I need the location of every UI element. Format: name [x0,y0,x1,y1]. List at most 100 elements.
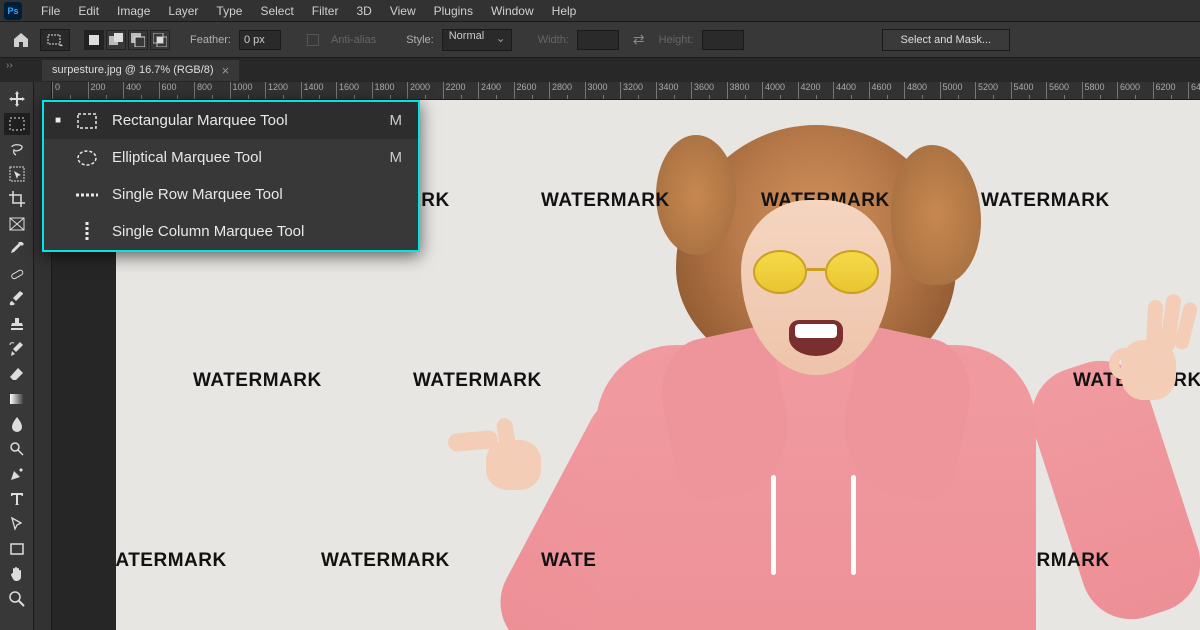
zoom-tool[interactable] [4,588,30,610]
height-label: Height: [659,34,694,46]
move-icon [9,91,25,107]
menu-plugins[interactable]: Plugins [425,4,482,18]
flyout-shortcut: M [390,149,403,166]
brush-tool[interactable] [4,288,30,310]
rectangle-tool[interactable] [4,538,30,560]
selection-add-button[interactable] [106,30,126,50]
ruler-tick: 5200 [975,82,1011,100]
selection-new-button[interactable] [84,30,104,50]
zoom-icon [9,591,25,607]
healing-brush-tool[interactable] [4,263,30,285]
object-selection-tool[interactable] [4,163,30,185]
menu-image[interactable]: Image [108,4,159,18]
type-tool[interactable] [4,488,30,510]
clone-stamp-tool[interactable] [4,313,30,335]
path-selection-tool[interactable] [4,513,30,535]
ruler-tick: 1600 [336,82,372,100]
brush-icon [9,291,25,307]
menu-layer[interactable]: Layer [159,4,207,18]
menu-3d[interactable]: 3D [347,4,380,18]
ruler-tick: 3000 [585,82,621,100]
photoshop-logo-icon: Ps [4,2,22,20]
flyout-item[interactable]: Single Row Marquee Tool [44,176,418,213]
lasso-tool[interactable] [4,138,30,160]
horizontal-ruler[interactable]: 0200400600800100012001400160018002000220… [52,82,1200,100]
move-tool[interactable] [4,88,30,110]
watermark-text: WATERMARK [321,550,450,572]
menu-view[interactable]: View [381,4,425,18]
eyedropper-tool[interactable] [4,238,30,260]
ruler-tick: 400 [123,82,159,100]
ruler-tick: 600 [159,82,195,100]
select-and-mask-button[interactable]: Select and Mask... [882,29,1011,51]
flyout-shortcut: M [390,112,403,129]
active-indicator-icon: ■ [54,115,62,126]
selection-intersect-button[interactable] [150,30,170,50]
antialias-label: Anti-alias [331,34,376,46]
home-icon [13,32,29,48]
selection-mode-group [84,30,170,50]
home-button[interactable] [10,29,32,51]
flyout-item[interactable]: Single Column Marquee Tool [44,213,418,250]
watermark-text: WATERMARK [981,190,1110,212]
menu-select[interactable]: Select [251,4,302,18]
ruler-tick: 3600 [691,82,727,100]
ruler-tick: 800 [194,82,230,100]
frame-icon [9,216,25,232]
menu-file[interactable]: File [32,4,69,18]
history-brush-icon [9,341,25,357]
menu-edit[interactable]: Edit [69,4,108,18]
flyout-item[interactable]: ■Rectangular Marquee ToolM [44,102,418,139]
dodge-tool[interactable] [4,438,30,460]
canvas-area: 0200400600800100012001400160018002000220… [34,82,1200,630]
toolbar-collapse-icon[interactable]: ›› [6,60,13,71]
document-tab-title: surpesture.jpg @ 16.7% (RGB/8) [52,64,214,76]
pen-tool[interactable] [4,463,30,485]
feather-input[interactable] [239,30,281,50]
ruler-tick: 4600 [869,82,905,100]
watermark-text: WATERMARK [116,550,227,572]
marquee-icon [9,116,25,132]
object-select-icon [9,166,25,182]
watermark-text: WATERMARK [193,370,322,392]
watermark-text: WATERMARK [413,370,542,392]
document-tab[interactable]: surpesture.jpg @ 16.7% (RGB/8) × [42,60,239,81]
ruler-tick: 2800 [549,82,585,100]
selection-subtract-button[interactable] [128,30,148,50]
close-tab-button[interactable]: × [222,63,230,78]
watermark-text: WATERMARK [541,190,670,212]
eraser-tool[interactable] [4,363,30,385]
ruler-tick: 0 [52,82,88,100]
crop-tool[interactable] [4,188,30,210]
ruler-tick: 2400 [478,82,514,100]
subtract-selection-icon [131,33,145,47]
style-select[interactable]: Normal [442,29,512,51]
ruler-tick: 5800 [1082,82,1118,100]
add-selection-icon [109,33,123,47]
menu-type[interactable]: Type [207,4,251,18]
menu-filter[interactable]: Filter [303,4,348,18]
frame-tool[interactable] [4,213,30,235]
ruler-tick: 2200 [443,82,479,100]
hand-icon [9,566,25,582]
flyout-item-label: Single Column Marquee Tool [112,223,388,240]
flyout-item[interactable]: Elliptical Marquee ToolM [44,139,418,176]
history-brush-tool[interactable] [4,338,30,360]
ruler-tick: 3800 [727,82,763,100]
menu-window[interactable]: Window [482,4,543,18]
menu-help[interactable]: Help [543,4,586,18]
ruler-tick: 4800 [904,82,940,100]
crop-icon [9,191,25,207]
ruler-tick: 4000 [762,82,798,100]
marquee-tool[interactable] [4,113,30,135]
marquee-preset-icon [47,34,63,46]
ruler-tick: 6000 [1117,82,1153,100]
rect-marquee-icon [76,112,98,130]
hand-tool[interactable] [4,563,30,585]
gradient-tool[interactable] [4,388,30,410]
ruler-tick: 2600 [514,82,550,100]
tool-preset-picker[interactable] [40,29,70,51]
antialias-checkbox [307,34,319,46]
blur-tool[interactable] [4,413,30,435]
ruler-tick: 1000 [230,82,266,100]
